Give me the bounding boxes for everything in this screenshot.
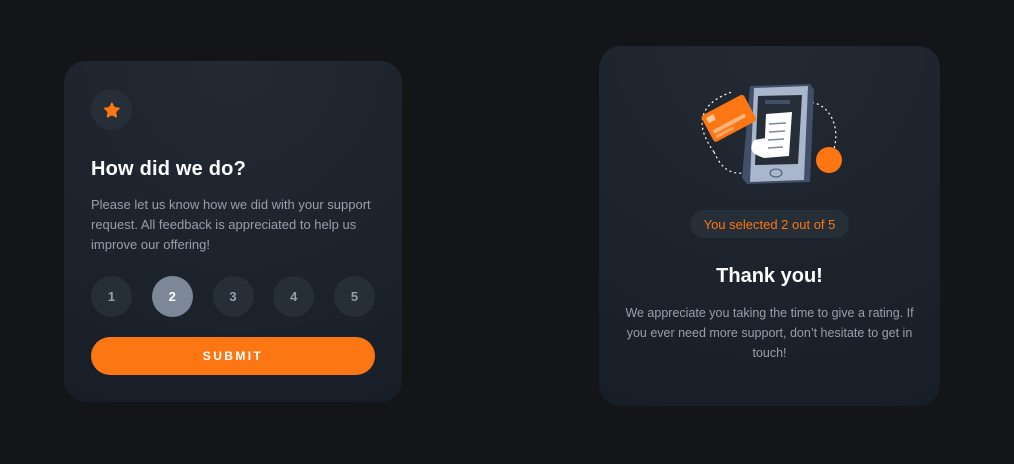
star-icon — [103, 101, 120, 118]
thank-you-description: We appreciate you taking the time to giv… — [625, 306, 914, 360]
rating-option-3[interactable]: 3 — [212, 276, 254, 317]
rating-option-2[interactable]: 2 — [151, 276, 193, 317]
page: How did we do? Please let us know how we… — [0, 0, 1014, 464]
payment-phone-illustration — [701, 84, 842, 184]
rating-description: Please let us know how we did with your … — [91, 197, 371, 252]
submit-button[interactable]: SUBMIT — [91, 337, 375, 375]
rating-card: How did we do? Please let us know how we… — [64, 61, 402, 402]
star-badge — [91, 89, 132, 130]
rating-option-1[interactable]: 1 — [91, 276, 132, 317]
thank-you-card: You selected 2 out of 5 Thank you! We ap… — [599, 46, 940, 406]
rating-option-5[interactable]: 5 — [334, 276, 375, 317]
rating-options: 1 2 3 4 5 — [91, 276, 375, 317]
rating-option-4[interactable]: 4 — [273, 276, 315, 317]
thank-you-title: Thank you! — [716, 265, 823, 287]
selected-rating-badge: You selected 2 out of 5 — [690, 210, 849, 238]
rating-title: How did we do? — [91, 158, 247, 180]
